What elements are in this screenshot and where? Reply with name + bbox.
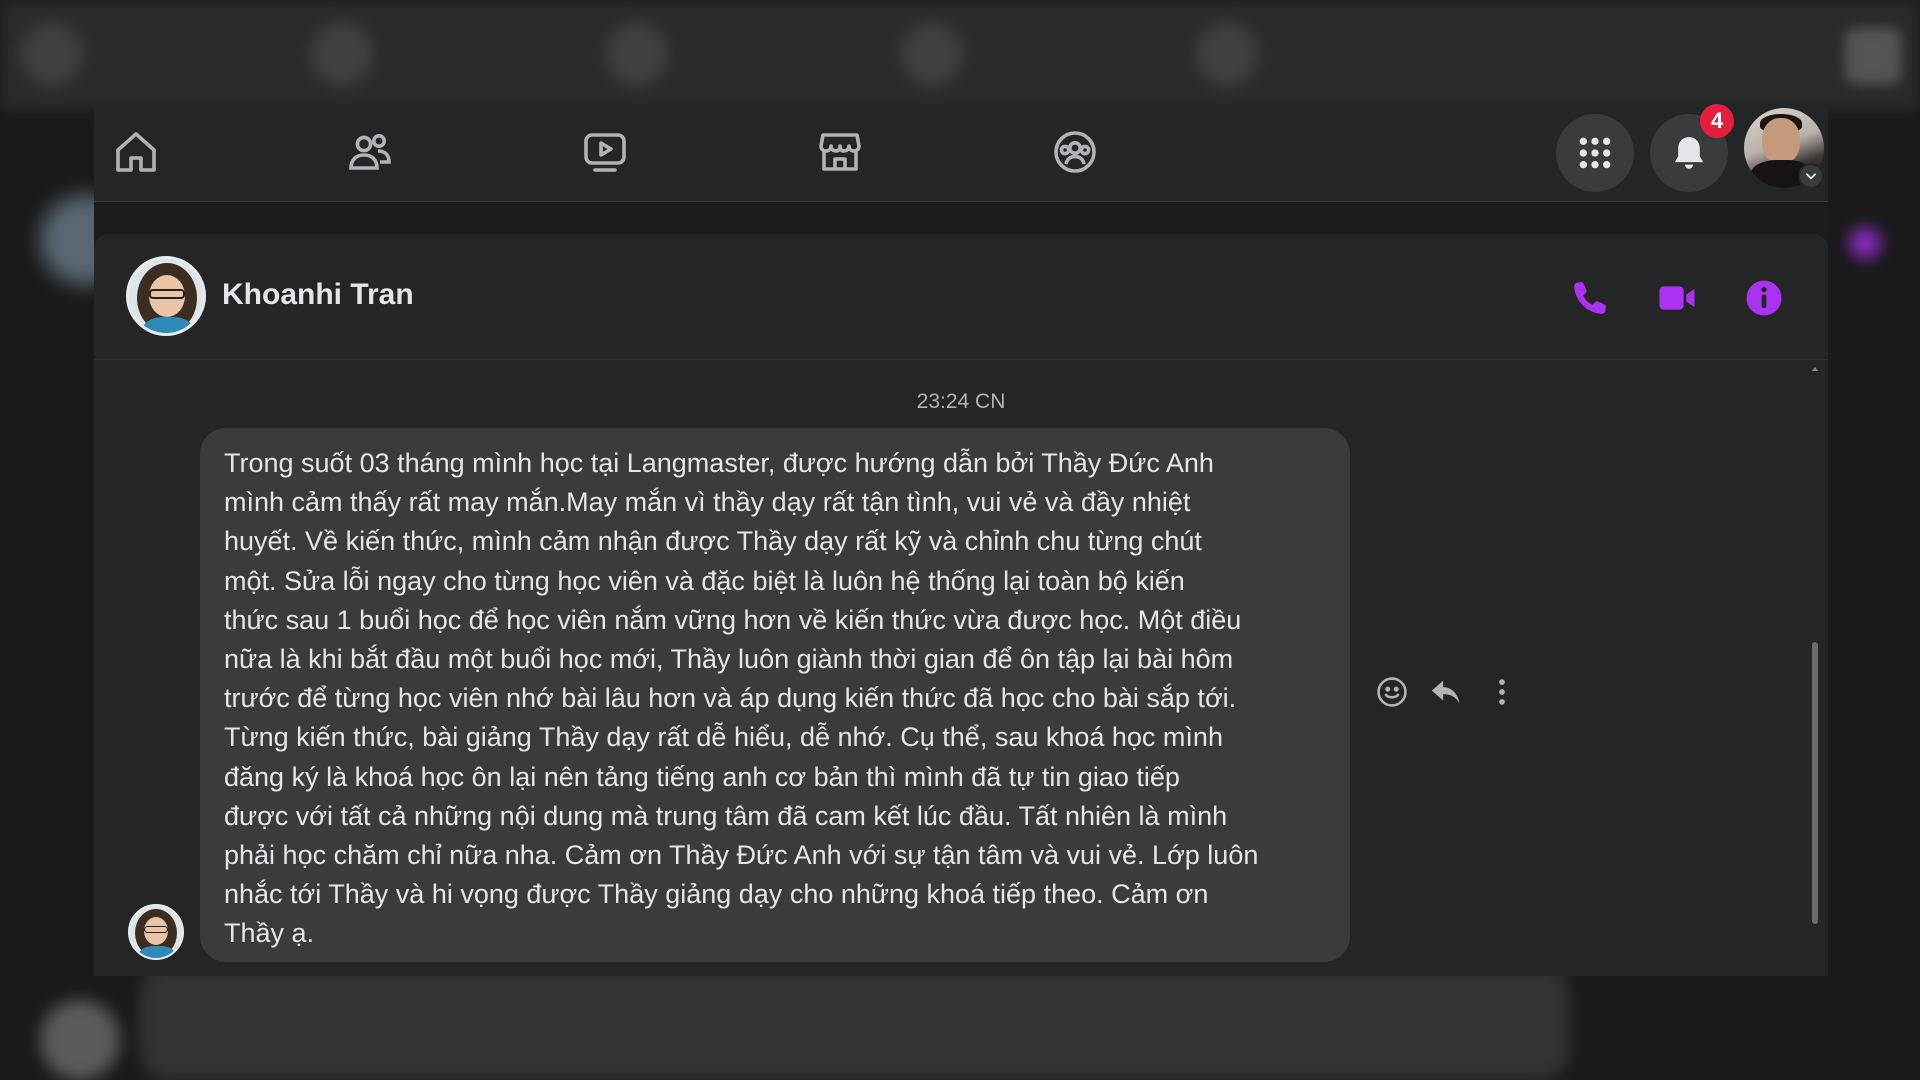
- message-timestamp: 23:24 CN: [916, 390, 1006, 413]
- message-line: nhắc tới Thầy và hi vọng được Thầy giảng…: [224, 879, 1209, 910]
- home-icon[interactable]: [108, 124, 164, 180]
- blurred-message-bubble: [140, 965, 1570, 1080]
- top-navigation-bar: 4: [94, 104, 1828, 202]
- blurred-icon: [1195, 22, 1259, 86]
- message-line: được với tất cả những nội dung mà trung …: [224, 800, 1228, 831]
- blurred-icon: [605, 22, 669, 86]
- bell-icon: [1674, 137, 1704, 169]
- more-options-icon[interactable]: [1480, 670, 1524, 714]
- contact-avatar[interactable]: [126, 256, 206, 336]
- watch-icon[interactable]: [577, 124, 633, 180]
- scroll-up-arrow-icon[interactable]: [1810, 364, 1820, 374]
- message-bubble[interactable]: Trong suốt 03 tháng mình học tại Langmas…: [200, 428, 1350, 962]
- message-line: một. Sửa lỗi ngay cho từng học viên và đ…: [224, 565, 1185, 596]
- sender-avatar[interactable]: [128, 904, 184, 960]
- message-line: phải học chăm chỉ nữa nha. Cảm ơn Thầy Đ…: [224, 840, 1259, 871]
- message-line: huyết. Về kiến thức, mình cảm nhận được …: [224, 526, 1202, 557]
- message-line: Trong suốt 03 tháng mình học tại Langmas…: [224, 448, 1214, 478]
- video-camera-icon[interactable]: [1655, 276, 1699, 320]
- emoji-react-icon[interactable]: [1370, 670, 1414, 714]
- phone-icon[interactable]: [1568, 276, 1612, 320]
- chat-scrollbar[interactable]: [1810, 364, 1820, 964]
- message-line: thức sau 1 buổi học để học viên nắm vững…: [224, 604, 1242, 635]
- grid-menu-icon: [1579, 137, 1611, 169]
- contact-name[interactable]: Khoanhi Tran: [222, 278, 414, 312]
- message-line: Thầy ạ.: [224, 918, 315, 949]
- reply-icon[interactable]: [1424, 670, 1468, 714]
- blurred-icon: [310, 22, 374, 86]
- blurred-phone-icon: [1840, 218, 1890, 268]
- scrollbar-thumb[interactable]: [1812, 642, 1818, 924]
- blurred-avatar: [40, 1000, 120, 1080]
- chat-panel: Khoanhi Tran 23:24 CN Trong suốt 03 thán…: [94, 234, 1828, 976]
- message-line: đăng ký là khoá học ôn lại nên tảng tiến…: [224, 761, 1180, 792]
- notification-count-badge: 4: [1700, 104, 1734, 138]
- message-line: Từng kiến thức, bài giảng Thầy dạy rất d…: [224, 722, 1223, 753]
- message-line: mình cảm thấy rất may mắn.May mắn vì thầ…: [224, 487, 1191, 518]
- message-line: nữa là khi bắt đầu một buổi học mới, Thầ…: [224, 644, 1234, 675]
- app-window: 4 Khoanhi Tran 23:24 CN Trong suốt 03 th…: [94, 104, 1828, 976]
- menu-button[interactable]: [1556, 114, 1634, 192]
- info-icon[interactable]: [1742, 276, 1786, 320]
- blurred-icon: [20, 22, 84, 86]
- message-line: trước để từng học viên nhớ bài lâu hơn v…: [224, 683, 1237, 714]
- chat-header: Khoanhi Tran: [94, 234, 1828, 360]
- blurred-icon: [1845, 28, 1901, 84]
- account-menu-chevron[interactable]: [1798, 163, 1824, 189]
- chevron-down-icon: [1806, 173, 1816, 180]
- marketplace-icon[interactable]: [812, 124, 868, 180]
- blurred-icon: [900, 22, 964, 86]
- friends-icon[interactable]: [342, 124, 398, 180]
- groups-icon[interactable]: [1047, 124, 1103, 180]
